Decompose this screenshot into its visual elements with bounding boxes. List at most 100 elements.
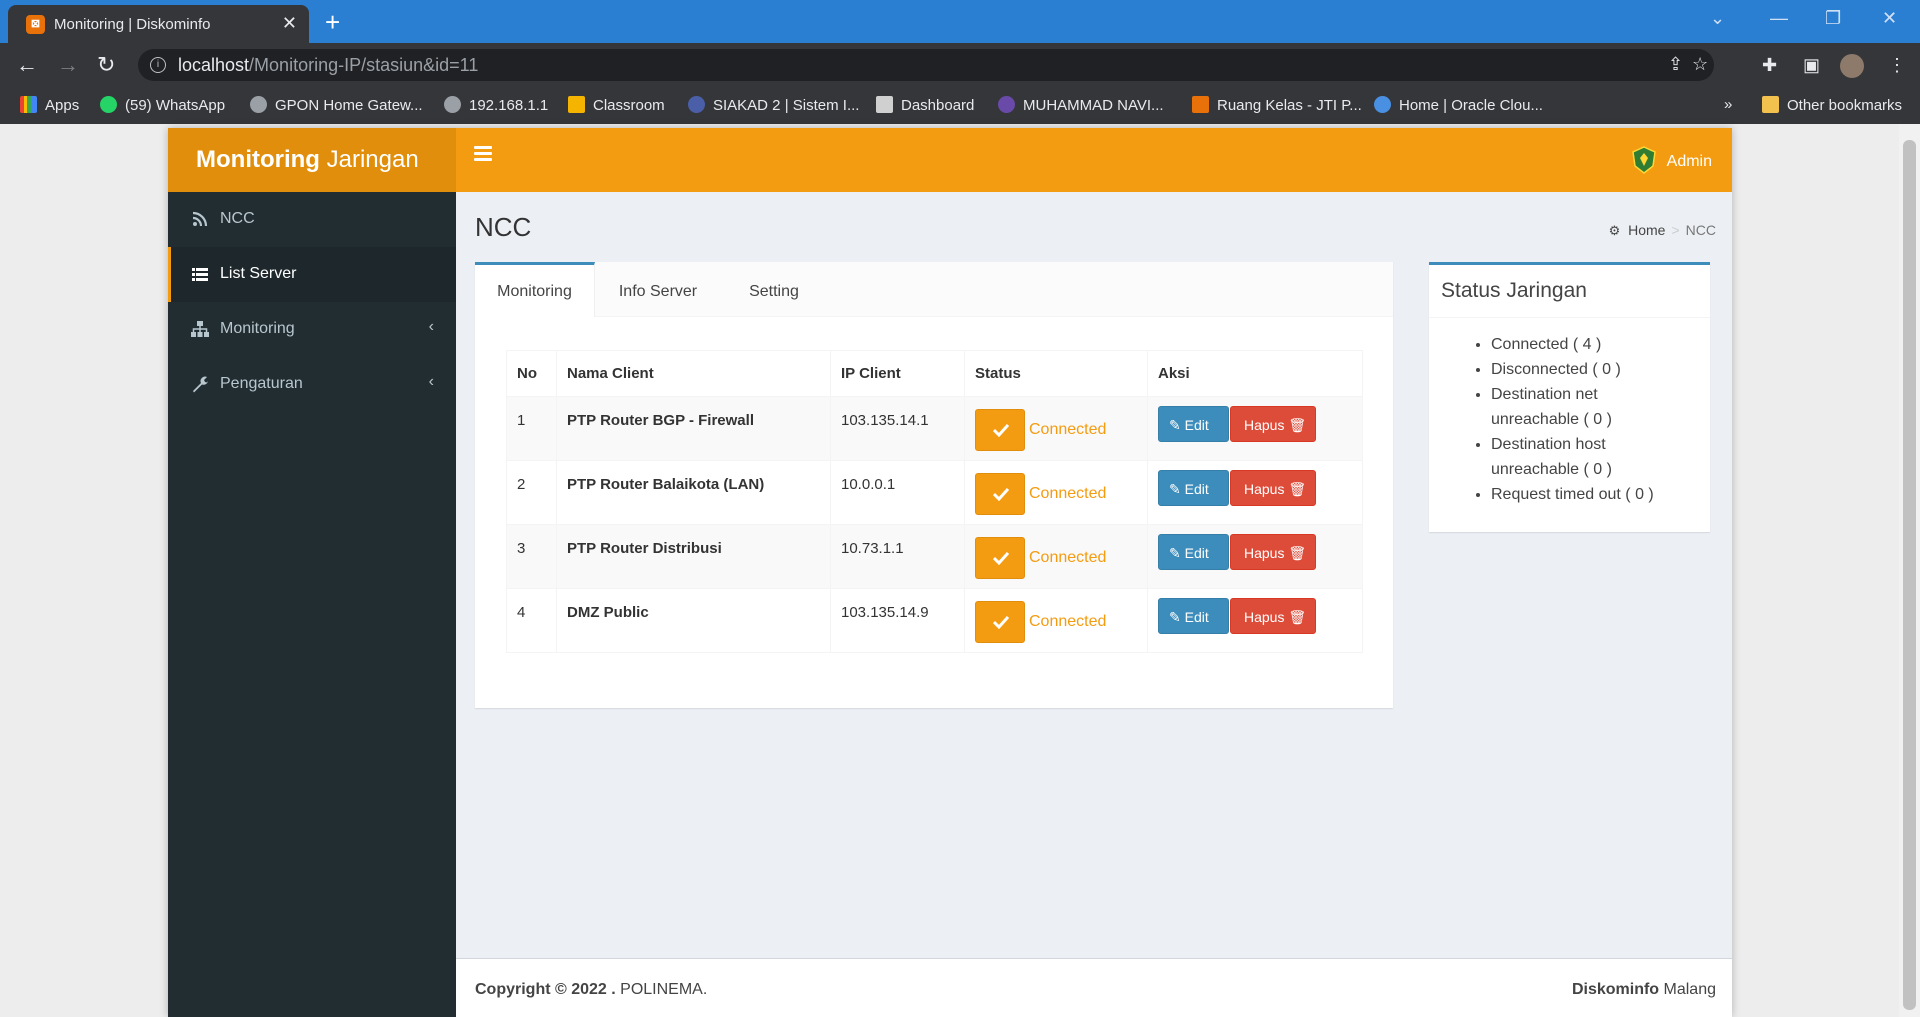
extensions-icon[interactable]: ✚ — [1762, 55, 1777, 76]
dashboard-icon: ⚙ — [1608, 223, 1621, 238]
scrollbar-thumb[interactable] — [1903, 140, 1916, 1010]
tab-setting[interactable]: Setting — [721, 262, 827, 317]
tab-search-icon[interactable]: ⌄ — [1710, 8, 1725, 29]
share-icon[interactable]: ⇪ — [1668, 54, 1683, 75]
edit-button[interactable]: ✎ Edit — [1158, 598, 1229, 634]
sidebar-item-list-server[interactable]: List Server — [168, 247, 456, 302]
sidebar-item-monitoring[interactable]: Monitoring ‹ — [168, 302, 456, 357]
pencil-icon: ✎ — [1169, 609, 1181, 625]
trash-icon: 🗑 — [1288, 417, 1307, 433]
check-icon — [975, 537, 1025, 579]
folder-icon — [1762, 96, 1779, 113]
menu-kebab-icon[interactable]: ⋮ — [1888, 55, 1906, 76]
profile-avatar[interactable] — [1840, 54, 1864, 78]
apps-grid-icon — [20, 96, 37, 113]
status-list: Connected ( 4 ) Disconnected ( 0 ) Desti… — [1429, 318, 1710, 507]
close-window-icon[interactable]: ✕ — [1882, 8, 1897, 29]
address-bar[interactable]: i localhost/Monitoring-IP/stasiun&id=11 … — [138, 49, 1714, 81]
cell-actions: ✎ Edit Hapus 🗑 — [1147, 524, 1363, 589]
bookmark-muhammad[interactable]: MUHAMMAD NAVI... — [998, 96, 1164, 114]
user-menu[interactable]: Admin — [1631, 146, 1712, 174]
bookmarks-bar: Apps (59) WhatsApp GPON Home Gatew... 19… — [0, 87, 1920, 124]
user-name: Admin — [1666, 153, 1712, 170]
page-scrollbar[interactable] — [1899, 124, 1920, 1017]
close-tab-icon[interactable]: ✕ — [282, 13, 297, 34]
pencil-icon: ✎ — [1169, 481, 1181, 497]
side-panel-icon[interactable]: ▣ — [1803, 55, 1820, 76]
other-bookmarks[interactable]: Other bookmarks — [1762, 96, 1902, 114]
bookmark-dashboard[interactable]: Dashboard — [876, 96, 974, 114]
delete-button[interactable]: Hapus 🗑 — [1230, 470, 1316, 506]
app-logo[interactable]: Monitoring Jaringan — [168, 128, 456, 192]
bookmark-oracle[interactable]: Home | Oracle Clou... — [1374, 96, 1543, 114]
siakad-icon — [688, 96, 705, 113]
cell-ip: 103.135.14.9 — [830, 588, 965, 653]
sidebar-item-label: NCC — [220, 210, 255, 227]
malang-crest-icon — [1631, 146, 1656, 174]
back-icon[interactable]: ← — [16, 52, 38, 78]
server-table: No Nama Client IP Client Status Aksi 1 P… — [506, 350, 1363, 653]
sidebar-item-label: Monitoring — [220, 320, 295, 337]
list-icon — [192, 268, 208, 281]
sidebar-toggle-icon[interactable] — [474, 146, 492, 164]
column-header-no: No — [506, 350, 557, 397]
sidebar-item-ncc[interactable]: NCC — [168, 192, 456, 247]
bookmark-classroom[interactable]: Classroom — [568, 96, 665, 114]
tab-monitoring[interactable]: Monitoring — [475, 262, 595, 317]
browser-tab[interactable]: ⊠ Monitoring | Diskominfo ✕ — [8, 5, 309, 43]
xampp-favicon-icon: ⊠ — [26, 15, 45, 34]
status-item-net-unreachable: Destination net unreachable ( 0 ) — [1491, 382, 1681, 432]
delete-button[interactable]: Hapus 🗑 — [1230, 598, 1316, 634]
footer-organization: Diskominfo Malang — [1571, 981, 1716, 998]
sidebar-item-pengaturan[interactable]: Pengaturan ‹ — [168, 357, 456, 412]
delete-button[interactable]: Hapus 🗑 — [1230, 406, 1316, 442]
cell-actions: ✎ Edit Hapus 🗑 — [1147, 396, 1363, 461]
column-header-aksi: Aksi — [1147, 350, 1363, 397]
bookmark-gpon[interactable]: GPON Home Gatew... — [250, 96, 423, 114]
status-item-timed-out: Request timed out ( 0 ) — [1491, 482, 1681, 507]
url-text[interactable]: localhost/Monitoring-IP/stasiun&id=11 — [178, 55, 478, 76]
table-row: 4 DMZ Public 103.135.14.9 Connected ✎ Ed… — [506, 588, 1363, 653]
bookmarks-overflow-icon[interactable]: » — [1724, 96, 1732, 113]
page-title: NCC — [475, 212, 532, 242]
ruang-kelas-icon — [1192, 96, 1209, 113]
cell-no: 3 — [506, 524, 557, 589]
table-row: 2 PTP Router Balaikota (LAN) 10.0.0.1 Co… — [506, 460, 1363, 525]
restore-icon[interactable]: ❐ — [1825, 8, 1841, 29]
column-header-status: Status — [964, 350, 1148, 397]
bookmark-siakad[interactable]: SIAKAD 2 | Sistem I... — [688, 96, 859, 114]
forward-icon[interactable]: → — [57, 52, 79, 78]
bookmark-apps[interactable]: Apps — [20, 96, 79, 114]
sitemap-icon — [191, 321, 209, 337]
cloud-icon — [1374, 96, 1391, 113]
browser-tab-title: Monitoring | Diskominfo — [54, 16, 211, 33]
check-icon — [975, 601, 1025, 643]
edit-button[interactable]: ✎ Edit — [1158, 406, 1229, 442]
bookmark-star-icon[interactable]: ☆ — [1692, 54, 1708, 75]
reload-icon[interactable]: ↻ — [97, 52, 115, 78]
wrench-icon — [193, 376, 208, 393]
app-window: Monitoring Jaringan Admin NCC List Serve… — [168, 128, 1732, 1017]
cell-client-name: PTP Router BGP - Firewall — [556, 396, 831, 461]
globe-icon — [250, 96, 267, 113]
bookmark-router-ip[interactable]: 192.168.1.1 — [444, 96, 548, 114]
edit-button[interactable]: ✎ Edit — [1158, 470, 1229, 506]
status-text: Connected — [1029, 421, 1107, 438]
classroom-icon — [568, 96, 585, 113]
edit-button[interactable]: ✎ Edit — [1158, 534, 1229, 570]
minimize-icon[interactable]: — — [1770, 8, 1788, 29]
breadcrumb-home[interactable]: Home — [1628, 222, 1665, 238]
pencil-icon: ✎ — [1169, 417, 1181, 433]
top-navbar: Admin — [456, 128, 1732, 192]
breadcrumb-current: NCC — [1685, 222, 1716, 238]
tab-info-server[interactable]: Info Server — [596, 262, 720, 317]
site-info-icon[interactable]: i — [150, 57, 166, 73]
bookmark-ruang-kelas[interactable]: Ruang Kelas - JTI P... — [1192, 96, 1362, 114]
cell-client-name: PTP Router Balaikota (LAN) — [556, 460, 831, 525]
sidebar: NCC List Server Monitoring ‹ Pengaturan … — [168, 192, 456, 1017]
browser-tab-strip: ⊠ Monitoring | Diskominfo ✕ + ⌄ — ❐ ✕ — [0, 0, 1920, 43]
delete-button[interactable]: Hapus 🗑 — [1230, 534, 1316, 570]
new-tab-icon[interactable]: + — [325, 7, 340, 38]
bookmark-whatsapp[interactable]: (59) WhatsApp — [100, 96, 225, 114]
cell-actions: ✎ Edit Hapus 🗑 — [1147, 460, 1363, 525]
